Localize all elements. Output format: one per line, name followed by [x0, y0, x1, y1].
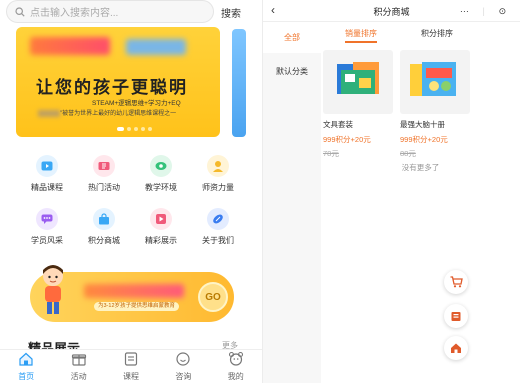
search-icon [15, 6, 25, 17]
banner-caption: "被誉为世界上最好的幼儿逻辑思维课程之一 [38, 108, 176, 117]
product-original-price: 78元 [323, 149, 339, 158]
sidebar-item-all[interactable]: 全部 [263, 23, 321, 53]
promo-pill: 为3-12岁孩子提供思维启蒙教育 [94, 302, 180, 311]
grid-item-about[interactable]: 关于我们 [193, 208, 243, 246]
grid-item-teachers[interactable]: 师资力量 [193, 155, 243, 193]
bag-icon [93, 208, 115, 230]
grid-item-showcase[interactable]: 精彩展示 [136, 208, 186, 246]
product-price: 999积分+20元 [400, 135, 448, 144]
grid-label: 热门活动 [88, 183, 120, 192]
blurred-brand [126, 39, 186, 55]
product-card[interactable]: 文具套装 999积分+20元 78元 [323, 50, 393, 159]
tab-courses[interactable]: 课程 [111, 351, 151, 382]
product-image [323, 50, 393, 114]
grid-label: 师资力量 [202, 183, 234, 192]
banner-headline: 让您的孩子更聪明 [36, 78, 188, 97]
search-input[interactable]: 点击输入搜索内容... [6, 0, 214, 23]
product-name: 最强大脑十册 [400, 120, 445, 129]
product-image [400, 50, 470, 114]
sort-by-sales[interactable]: 销量排序 [345, 28, 377, 43]
product-price: 999积分+20元 [323, 135, 371, 144]
rugby-icon [207, 208, 229, 230]
message-icon [176, 352, 190, 366]
kid-illustration [43, 265, 63, 314]
grid-label: 教学环境 [145, 183, 177, 192]
grid-item-courses[interactable]: 精品课程 [22, 155, 72, 193]
book-icon [124, 352, 138, 366]
tab-label: 课程 [122, 372, 139, 381]
home-screen: 点击输入搜索内容... 搜索 让您的孩子更聪明 STEAM+逻辑思维+学习力+E… [0, 0, 262, 383]
product-name: 文具套装 [323, 120, 353, 129]
tab-label: 活动 [70, 372, 87, 381]
promo-banner[interactable]: 让您的孩子更聪明 STEAM+逻辑思维+学习力+EQ "被誉为世界上最好的幼儿逻… [16, 27, 220, 137]
home-button[interactable] [444, 336, 468, 360]
teacher-icon [207, 155, 229, 177]
cart-icon [450, 276, 463, 288]
grid-item-environment[interactable]: 教学环境 [136, 155, 186, 193]
capsule-divider: | [482, 6, 485, 16]
tab-mine[interactable]: 我的 [216, 351, 256, 382]
grid-item-events[interactable]: 热门活动 [79, 155, 129, 193]
tab-events[interactable]: 活动 [59, 351, 99, 382]
promo-card[interactable]: 为3-12岁孩子提供思维启蒙教育 GO [30, 265, 234, 322]
tab-consult[interactable]: 咨询 [163, 351, 203, 382]
tab-label: 咨询 [175, 372, 192, 381]
no-more-hint: 没有更多了 [401, 163, 440, 172]
blurred-promo-title [84, 284, 184, 298]
grid-item-points-mall[interactable]: 积分商城 [79, 208, 129, 246]
user-icon [228, 351, 243, 366]
search-button[interactable]: 搜索 [221, 5, 241, 20]
grid-label: 精品课程 [31, 183, 63, 192]
more-menu-button[interactable]: ··· [460, 6, 469, 16]
product-original-price: 88元 [400, 149, 416, 158]
eye-icon [150, 155, 172, 177]
grid-label: 学员风采 [31, 236, 63, 245]
sort-by-points[interactable]: 积分排序 [421, 28, 453, 39]
shop-button[interactable] [444, 304, 468, 328]
play-icon [150, 208, 172, 230]
banner-indicator [117, 127, 152, 131]
points-mall-screen: ‹ 积分商城 ··· | ⊙ 全部 默认分类 销量排序 积分排序 文具套装 99… [263, 0, 520, 383]
ticket-icon [93, 155, 115, 177]
next-banner-peek[interactable] [232, 29, 246, 137]
tab-label: 我的 [227, 372, 244, 381]
blurred-logo [30, 37, 110, 55]
tab-label: 首页 [18, 372, 35, 381]
close-button[interactable]: ⊙ [499, 6, 507, 17]
nav-bar: ‹ 积分商城 ··· | ⊙ [263, 0, 520, 22]
grid-label: 积分商城 [88, 236, 120, 245]
category-sidebar: 全部 默认分类 [263, 23, 321, 383]
product-card[interactable]: 最强大脑十册 999积分+20元 88元 [400, 50, 470, 159]
home-icon [451, 343, 461, 353]
mini-program-capsule: ··· | ⊙ [453, 3, 513, 19]
cart-button[interactable] [444, 270, 468, 294]
go-button[interactable]: GO [198, 282, 228, 312]
tab-home[interactable]: 首页 [6, 351, 46, 382]
bottom-tab-bar: 首页 活动 课程 咨询 我的 [0, 349, 262, 383]
video-icon [36, 155, 58, 177]
grid-item-students[interactable]: 学员风采 [22, 208, 72, 246]
gift-icon [71, 354, 86, 366]
banner-subline: STEAM+逻辑思维+学习力+EQ [92, 100, 181, 107]
shop-icon [451, 312, 461, 321]
grid-label: 关于我们 [202, 236, 234, 245]
chat-icon [36, 208, 58, 230]
sidebar-item-default[interactable]: 默认分类 [263, 57, 321, 87]
home-icon [19, 352, 33, 366]
search-placeholder: 点击输入搜索内容... [30, 8, 119, 19]
grid-label: 精彩展示 [145, 236, 177, 245]
